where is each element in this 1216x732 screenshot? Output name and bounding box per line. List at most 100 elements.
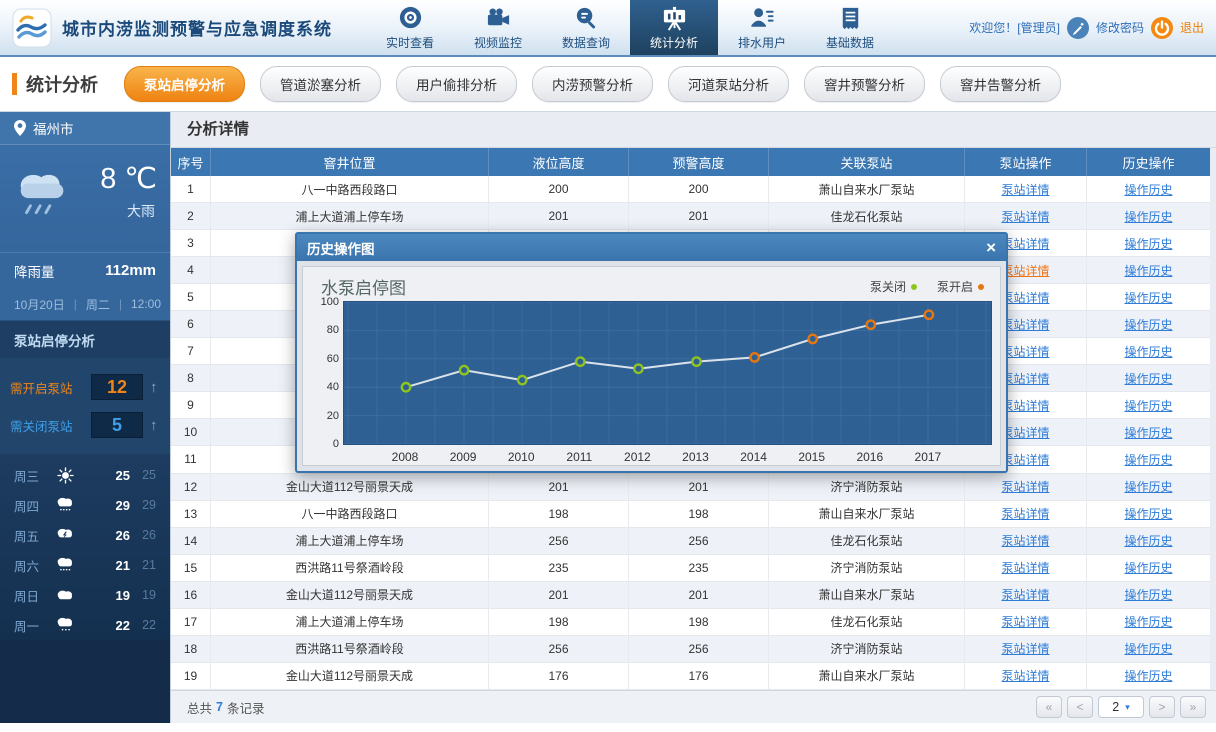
rain-cloud-icon	[12, 169, 74, 221]
table-cell: 泵站详情	[965, 176, 1087, 202]
close-icon[interactable]: ×	[986, 239, 996, 256]
page-select[interactable]: 2 ▾	[1098, 696, 1144, 718]
tab-illegal-drain[interactable]: 用户偷排分析	[396, 66, 517, 102]
nav-item-query[interactable]: 数据查询	[542, 0, 630, 55]
station-detail-link[interactable]: 泵站详情	[1001, 289, 1049, 306]
cell-level: 201	[489, 203, 629, 229]
change-password-link[interactable]: 修改密码	[1096, 19, 1144, 36]
tab-manhole-alarm[interactable]: 窨井告警分析	[940, 66, 1061, 102]
cell-warning: 198	[629, 501, 769, 527]
station-detail-link[interactable]: 泵站详情	[1001, 343, 1049, 360]
operation-history-link[interactable]: 操作历史	[1124, 451, 1172, 468]
cell-warning: 256	[629, 636, 769, 662]
y-axis-tick: 100	[305, 296, 339, 308]
cell-no: 17	[171, 609, 211, 635]
rainfall-label: 降雨量	[14, 261, 55, 281]
station-detail-link[interactable]: 泵站详情	[1001, 370, 1049, 387]
table-cell: 操作历史	[1087, 609, 1210, 635]
nav-item-video[interactable]: 视频监控	[454, 0, 542, 55]
nav-item-basedata[interactable]: 基础数据	[806, 0, 894, 55]
table-row: 2浦上大道浦上停车场201201佳龙石化泵站泵站详情操作历史	[171, 203, 1210, 230]
operation-history-link[interactable]: 操作历史	[1124, 370, 1172, 387]
tab-pipe-blockage[interactable]: 管道淤塞分析	[260, 66, 381, 102]
operation-history-link[interactable]: 操作历史	[1124, 289, 1172, 306]
station-detail-link[interactable]: 泵站详情	[1001, 208, 1049, 225]
operation-history-link[interactable]: 操作历史	[1124, 262, 1172, 279]
table-cell: 泵站详情	[965, 609, 1087, 635]
rain-icon	[50, 497, 80, 513]
operation-history-link[interactable]: 操作历史	[1124, 424, 1172, 441]
y-axis-tick: 40	[305, 381, 339, 393]
tab-waterlog-warn[interactable]: 内涝预警分析	[532, 66, 653, 102]
operation-history-link[interactable]: 操作历史	[1124, 505, 1172, 522]
power-icon[interactable]	[1150, 16, 1174, 40]
prev-page-button[interactable]: <	[1067, 696, 1093, 718]
tab-manhole-warn[interactable]: 窨井预警分析	[804, 66, 925, 102]
station-detail-link[interactable]: 泵站详情	[1001, 613, 1049, 630]
last-page-button[interactable]: »	[1180, 696, 1206, 718]
operation-history-link[interactable]: 操作历史	[1124, 586, 1172, 603]
table-cell: 操作历史	[1087, 501, 1210, 527]
nav-item-stats[interactable]: 统计分析	[630, 0, 718, 55]
operation-history-link[interactable]: 操作历史	[1124, 208, 1172, 225]
chart-board-icon	[660, 4, 688, 32]
total-prefix: 总共	[187, 698, 212, 717]
station-detail-link[interactable]: 泵站详情	[1001, 262, 1049, 279]
nav-item-users[interactable]: 排水用户	[718, 0, 806, 55]
forecast-high: 26	[116, 528, 130, 543]
operation-history-link[interactable]: 操作历史	[1124, 613, 1172, 630]
station-detail-link[interactable]: 泵站详情	[1001, 235, 1049, 252]
location-row: 福州市	[0, 112, 170, 145]
station-detail-link[interactable]: 泵站详情	[1001, 397, 1049, 414]
station-detail-link[interactable]: 泵站详情	[1001, 667, 1049, 684]
forecast-low: 29	[130, 498, 156, 512]
edit-password-icon[interactable]	[1066, 16, 1090, 40]
station-detail-link[interactable]: 泵站详情	[1001, 478, 1049, 495]
operation-history-link[interactable]: 操作历史	[1124, 235, 1172, 252]
station-detail-link[interactable]: 泵站详情	[1001, 640, 1049, 657]
legend-item: 泵关闭	[870, 278, 917, 295]
x-axis-tick: 2009	[438, 450, 488, 464]
operation-history-link[interactable]: 操作历史	[1124, 343, 1172, 360]
operation-history-link[interactable]: 操作历史	[1124, 316, 1172, 333]
table-row: 18西洪路11号祭酒岭段256256济宁消防泵站泵站详情操作历史	[171, 636, 1210, 663]
station-detail-link[interactable]: 泵站详情	[1001, 424, 1049, 441]
table-cell: 操作历史	[1087, 582, 1210, 608]
nav-item-label: 视频监控	[474, 34, 522, 51]
station-detail-link[interactable]: 泵站详情	[1001, 559, 1049, 576]
station-detail-link[interactable]: 泵站详情	[1001, 505, 1049, 522]
tab-river-pump[interactable]: 河道泵站分析	[668, 66, 789, 102]
eye-icon	[396, 4, 424, 32]
nav-item-realtime[interactable]: 实时查看	[366, 0, 454, 55]
first-page-button[interactable]: «	[1036, 696, 1062, 718]
forecast-day: 周五	[14, 526, 50, 545]
temperature: 8 ℃	[100, 161, 157, 196]
nav-item-label: 数据查询	[562, 34, 610, 51]
forecast-row: 周一2222	[0, 610, 170, 640]
column-header: 窨井位置	[211, 148, 489, 176]
cell-level: 201	[489, 474, 629, 500]
operation-history-link[interactable]: 操作历史	[1124, 559, 1172, 576]
forecast-high: 29	[116, 498, 130, 513]
operation-history-link[interactable]: 操作历史	[1124, 181, 1172, 198]
cell-station: 萧山自来水厂泵站	[769, 663, 965, 689]
operation-history-link[interactable]: 操作历史	[1124, 478, 1172, 495]
operation-history-link[interactable]: 操作历史	[1124, 667, 1172, 684]
station-detail-link[interactable]: 泵站详情	[1001, 532, 1049, 549]
cell-no: 16	[171, 582, 211, 608]
station-detail-link[interactable]: 泵站详情	[1001, 451, 1049, 468]
detail-title: 分析详情	[171, 112, 1216, 148]
operation-history-link[interactable]: 操作历史	[1124, 532, 1172, 549]
rainfall-row: 降雨量 112mm	[0, 252, 170, 288]
pump-section-title: 泵站启停分析	[0, 320, 170, 358]
logout-link[interactable]: 退出	[1180, 19, 1204, 36]
station-detail-link[interactable]: 泵站详情	[1001, 181, 1049, 198]
next-page-button[interactable]: >	[1149, 696, 1175, 718]
operation-history-link[interactable]: 操作历史	[1124, 640, 1172, 657]
station-detail-link[interactable]: 泵站详情	[1001, 586, 1049, 603]
thunder-icon	[50, 528, 80, 541]
station-detail-link[interactable]: 泵站详情	[1001, 316, 1049, 333]
drizzle-icon	[50, 617, 80, 633]
operation-history-link[interactable]: 操作历史	[1124, 397, 1172, 414]
tab-pump-startstop[interactable]: 泵站启停分析	[124, 66, 245, 102]
